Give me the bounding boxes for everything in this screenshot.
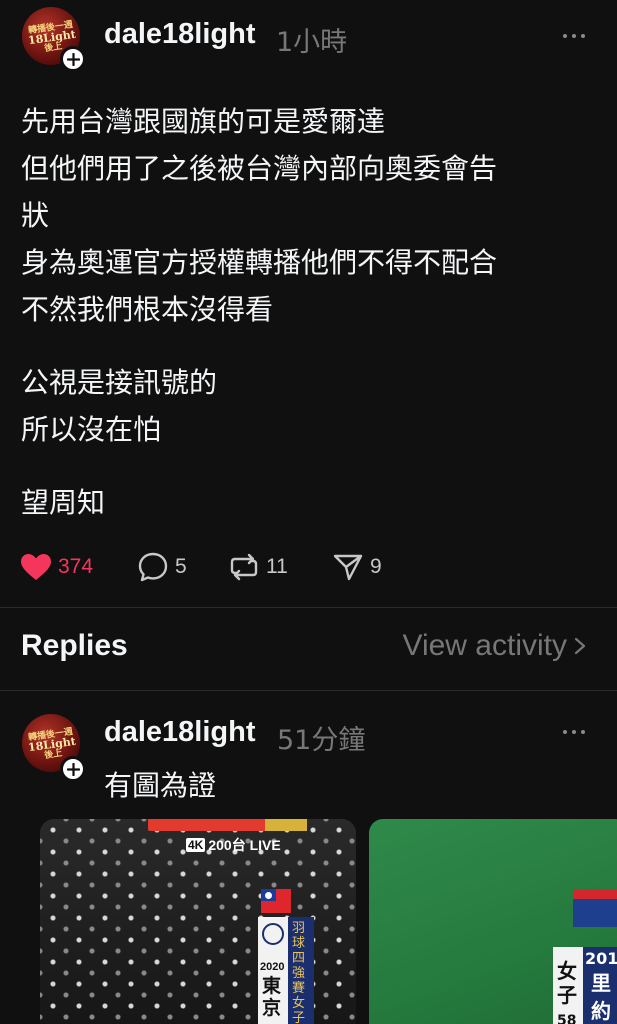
tv-channel-label: 4K 200台 LIVE [186,835,281,855]
reply-image-tv-broadcast[interactable]: 4K 200台 LIVE 2020 東京 羽球 四強賽 女子 [40,819,356,1024]
reply-timestamp: 51分鐘 [277,725,366,756]
view-activity-label: View activity [402,629,567,662]
chevron-right-icon [574,637,586,655]
banner-text: 女 [557,959,577,983]
heart-icon [21,554,51,580]
replies-title: Replies [21,629,128,662]
follow-button[interactable] [60,46,86,72]
post-line: 所以沒在怕 [21,413,162,446]
comment-button[interactable]: 5 [137,547,187,587]
send-icon [333,554,363,581]
post-line: 不然我們根本沒得看 [21,293,274,326]
share-count: 9 [370,555,382,578]
post-paragraph: 望周知 [21,479,497,526]
like-count: 374 [58,555,94,578]
divider [0,690,617,691]
banner-year: 2020 [260,961,285,973]
more-dot-icon [572,730,576,734]
reply-text: 有圖為證 [104,769,217,802]
post-line: 先用台灣跟國旗的可是愛爾達 [21,105,386,138]
post-username[interactable]: dale18light [104,18,256,51]
reply-image-tv-broadcast-2[interactable]: 201 女 子 58 里 約 [369,819,617,1024]
plus-icon [66,52,80,66]
like-button[interactable]: 374 [20,547,93,587]
repost-count: 11 [266,555,288,578]
banner-vertical-text: 羽球 四強賽 女子 [292,921,306,1024]
taiwan-flag-icon [261,889,291,913]
post-actions: 374 5 11 9 [0,547,617,587]
tv-channel-logo [265,819,307,831]
post-paragraph: 先用台灣跟國旗的可是愛爾達 但他們用了之後被台灣內部向奧委會告 狀 身為奧運官方… [21,98,497,333]
follow-button[interactable] [60,756,86,782]
more-dot-icon [581,730,585,734]
repost-icon [230,553,258,581]
share-button[interactable]: 9 [332,547,382,587]
channel-tag: 4K [186,838,206,852]
post-line: 但他們用了之後被台灣內部向奧委會告 [21,152,498,185]
olympics-banner: 2020 東京 羽球 四強賽 女子 [258,917,314,1024]
more-options-button[interactable] [563,34,585,38]
banner-text: 201 [585,949,617,968]
more-dot-icon [563,730,567,734]
reply-more-options-button[interactable] [563,730,585,734]
tv-channel-logo [573,889,617,927]
repost-button[interactable]: 11 [228,547,288,587]
post-line: 狀 [21,199,50,232]
post-paragraph: 公視是接訊號的 所以沒在怕 [21,359,497,453]
banner-city: 東京 [262,975,282,1019]
plus-icon [66,762,80,776]
banner-text: 子 [557,983,577,1007]
more-dot-icon [563,34,567,38]
comment-icon [138,552,168,582]
banner-text: 58 [557,1013,577,1024]
banner-text: 里 [591,971,611,995]
olympic-emblem-icon [262,923,284,945]
comment-count: 5 [175,555,187,578]
banner-text: 約 [591,999,611,1023]
more-dot-icon [572,34,576,38]
post-timestamp: 1小時 [276,27,348,58]
post-line: 望周知 [21,486,106,519]
post-line: 公視是接訊號的 [21,366,218,399]
post-line: 身為奧運官方授權轉播他們不得不配合 [21,246,498,279]
reply-username[interactable]: dale18light [104,716,256,749]
view-activity-link[interactable]: View activity [402,629,587,663]
channel-text: 200台 LIVE [208,837,281,853]
post-body: 先用台灣跟國旗的可是愛爾達 但他們用了之後被台灣內部向奧委會告 狀 身為奧運官方… [21,98,497,526]
divider [0,607,617,608]
more-dot-icon [581,34,585,38]
